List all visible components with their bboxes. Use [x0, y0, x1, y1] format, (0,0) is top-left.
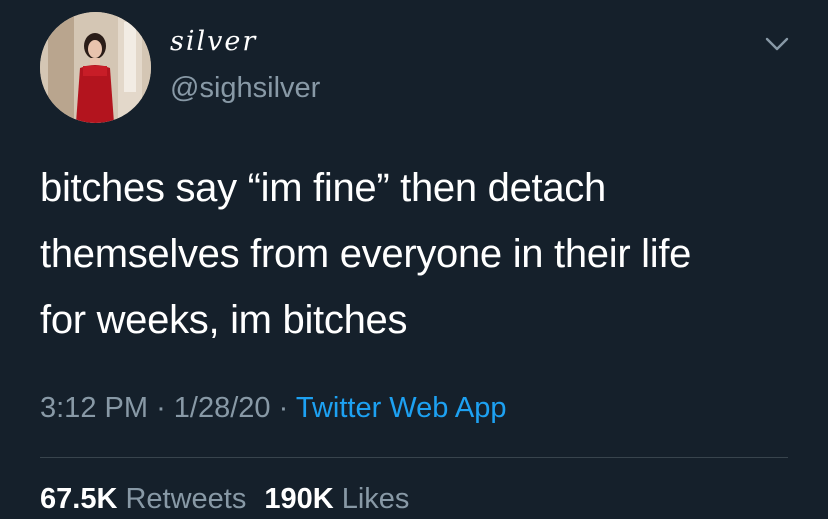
tweet-text-line: bitches say “im fine” then detach	[40, 166, 606, 210]
likes-label: Likes	[341, 483, 410, 515]
tweet-text-line: themselves from everyone in their life	[40, 232, 692, 276]
meta-separator: ·	[278, 392, 289, 424]
tweet-text: bitches say “im fine” then detach themse…	[40, 155, 800, 353]
tweet-card: silver @sighsilver bitches say “im fine”…	[0, 0, 828, 519]
divider	[40, 457, 788, 458]
meta-separator: ·	[156, 392, 166, 424]
retweets-count: 67.5K	[40, 483, 118, 515]
retweets-stat[interactable]: 67.5K Retweets	[40, 483, 246, 515]
avatar[interactable]	[40, 12, 151, 123]
profile-photo-icon	[40, 12, 151, 123]
tweet-time[interactable]: 3:12 PM	[40, 392, 148, 424]
author-handle[interactable]: @sighsilver	[170, 72, 320, 105]
tweet-meta: 3:12 PM · 1/28/20 · Twitter Web App	[40, 392, 506, 425]
tweet-text-line: for weeks, im bitches	[40, 298, 408, 342]
retweets-label: Retweets	[125, 483, 247, 515]
chevron-down-icon[interactable]	[764, 36, 790, 52]
tweet-date[interactable]: 1/28/20	[174, 392, 271, 424]
tweet-source-link[interactable]: Twitter Web App	[296, 392, 507, 424]
likes-stat[interactable]: 190K Likes	[264, 483, 409, 515]
author-display-name[interactable]: silver	[170, 26, 257, 57]
likes-count: 190K	[264, 483, 334, 515]
tweet-stats: 67.5K Retweets 190K Likes	[40, 483, 409, 516]
